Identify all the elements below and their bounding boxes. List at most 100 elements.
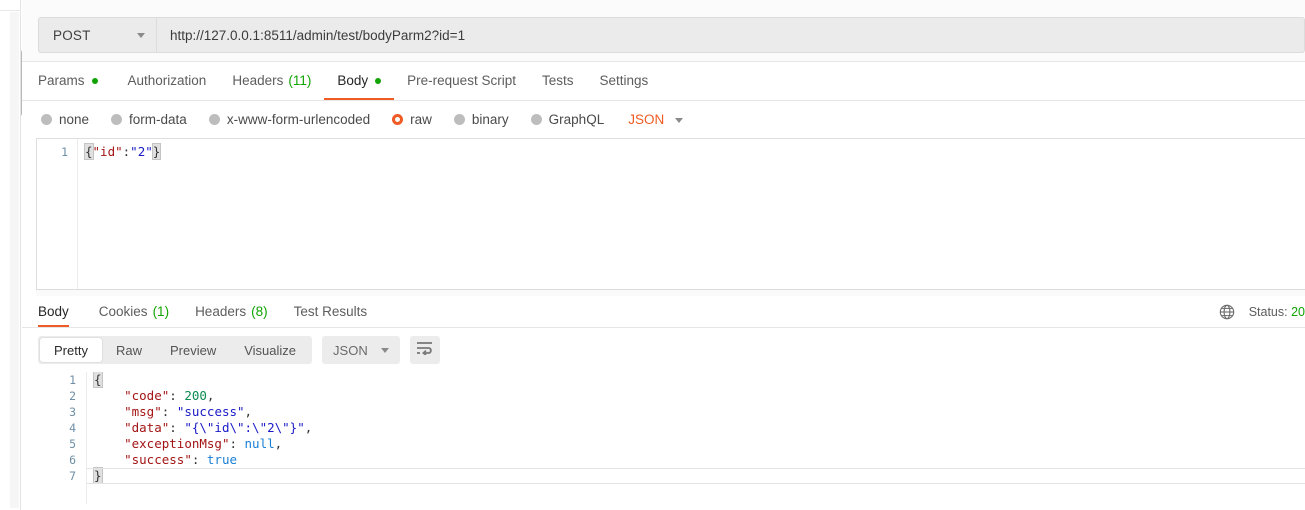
word-wrap-button[interactable]: [409, 336, 440, 364]
json-key: "id": [92, 144, 123, 159]
request-tab-authorization[interactable]: Authorization: [115, 61, 220, 100]
body-type-raw[interactable]: raw: [392, 112, 432, 127]
code-line: "data": "{\"id\":\"2\"}",: [94, 420, 1305, 436]
http-method-select[interactable]: POST: [38, 17, 156, 53]
line-number: 1: [69, 373, 76, 387]
body-type-form-data-label: form-data: [129, 112, 187, 127]
response-tab-cookies[interactable]: Cookies (1): [86, 296, 182, 327]
request-tab-headers[interactable]: Headers (11): [219, 61, 324, 100]
response-body-editor[interactable]: 1 2 3 4 5 6 7 { "code": 200, "msg": "suc…: [44, 372, 1305, 504]
json-punctuation: ,: [274, 436, 283, 451]
view-mode-pretty-label: Pretty: [54, 342, 88, 358]
response-editor-gutter: 1 2 3 4 5 6 7: [44, 372, 87, 504]
body-type-binary[interactable]: binary: [453, 112, 509, 127]
json-punctuation: ,: [206, 388, 215, 403]
main-column: POST http://127.0.0.1:8511/admin/test/bo…: [22, 0, 1305, 510]
body-type-binary-label: binary: [471, 112, 509, 127]
code-line: "exceptionMsg": null,: [94, 436, 1305, 452]
raw-format-label: JSON: [628, 112, 665, 127]
json-key: "data": [124, 420, 170, 435]
body-type-raw-label: raw: [410, 112, 432, 127]
request-tab-pre-request-script[interactable]: Pre-request Script: [394, 61, 529, 100]
view-mode-pretty[interactable]: Pretty: [40, 338, 102, 362]
view-mode-raw[interactable]: Raw: [102, 338, 156, 362]
json-punctuation: :: [229, 436, 245, 451]
json-literal-value: true: [206, 452, 238, 467]
body-status-dot-icon: [375, 77, 382, 84]
globe-icon[interactable]: [1219, 304, 1235, 320]
request-tab-pre-request-script-label: Pre-request Script: [407, 73, 516, 88]
response-format-label: JSON: [333, 342, 368, 358]
request-tab-body[interactable]: Body: [324, 61, 394, 100]
line-number: 2: [69, 389, 76, 403]
body-type-x-www-form-urlencoded[interactable]: x-www-form-urlencoded: [208, 112, 371, 127]
request-tab-bar: Params Authorization Headers (11) Body P…: [22, 62, 1305, 101]
json-punctuation: ,: [304, 420, 313, 435]
radio-selected-icon: [392, 114, 404, 125]
json-string-value: "success": [176, 404, 245, 419]
radio-unselected-icon: [41, 114, 52, 125]
line-number: 6: [69, 453, 76, 467]
response-tab-test-results[interactable]: Test Results: [281, 296, 381, 327]
request-tab-headers-label: Headers: [232, 73, 284, 88]
request-body-editor[interactable]: 1 {"id":"2"}: [36, 138, 1305, 290]
postman-request-response-view: POST http://127.0.0.1:8511/admin/test/bo…: [0, 0, 1305, 510]
json-punctuation: :: [169, 420, 185, 435]
json-key: "msg": [124, 404, 162, 419]
request-tab-body-label: Body: [337, 73, 369, 88]
body-type-none[interactable]: none: [41, 112, 89, 127]
status-badge: Status: 20: [1249, 305, 1305, 319]
radio-unselected-icon: [208, 114, 220, 125]
json-number-value: 200: [184, 388, 207, 403]
request-url-bar: POST http://127.0.0.1:8511/admin/test/bo…: [22, 0, 1305, 62]
response-tab-cookies-count: (1): [152, 304, 170, 319]
json-open-brace: {: [84, 143, 94, 160]
line-number: 5: [69, 437, 76, 451]
line-number: 4: [69, 421, 76, 435]
body-type-form-data[interactable]: form-data: [111, 112, 187, 127]
status-label: Status:: [1248, 304, 1288, 319]
json-punctuation: :: [161, 404, 177, 419]
radio-unselected-icon: [111, 114, 123, 125]
code-line: "msg": "success",: [94, 404, 1305, 420]
code-line: }: [93, 467, 1305, 484]
request-tab-params[interactable]: Params: [38, 61, 111, 100]
body-type-graphql[interactable]: GraphQL: [530, 112, 604, 127]
raw-format-select[interactable]: JSON: [628, 112, 684, 127]
json-punctuation: :: [191, 452, 207, 467]
body-type-x-www-form-urlencoded-label: x-www-form-urlencoded: [226, 112, 371, 127]
left-scroll-strip: [0, 0, 28, 510]
line-number: 7: [69, 469, 76, 483]
request-editor-code: {"id":"2"}: [84, 143, 1305, 160]
http-method-label: POST: [53, 27, 91, 43]
chevron-down-icon: [137, 33, 145, 38]
json-literal-value: null: [244, 436, 275, 451]
response-format-select[interactable]: JSON: [322, 336, 400, 364]
json-punctuation: ,: [244, 404, 253, 419]
request-url-input[interactable]: http://127.0.0.1:8511/admin/test/bodyPar…: [156, 17, 1305, 53]
line-number: 3: [69, 405, 76, 419]
view-mode-preview[interactable]: Preview: [156, 338, 230, 362]
response-tab-bar: Body Cookies (1) Headers (8) Test Result…: [22, 296, 1305, 328]
json-brace: }: [93, 467, 103, 484]
view-mode-raw-label: Raw: [115, 342, 142, 358]
request-tab-headers-count: (11): [288, 73, 312, 88]
json-string-value: "2": [130, 144, 153, 159]
view-mode-visualize-label: Visualize: [244, 342, 297, 358]
radio-unselected-icon: [530, 114, 542, 125]
request-tab-settings[interactable]: Settings: [586, 61, 661, 100]
params-status-dot-icon: [91, 77, 98, 84]
line-number: 1: [61, 145, 68, 159]
request-editor-gutter: 1: [37, 139, 78, 289]
view-mode-visualize[interactable]: Visualize: [230, 338, 310, 362]
json-close-brace: }: [151, 143, 162, 160]
request-tab-tests[interactable]: Tests: [529, 61, 587, 100]
vertical-scrollbar-track[interactable]: [10, 12, 28, 508]
json-string-value: "{\"id\":\"2\"}": [184, 420, 305, 435]
body-type-none-label: none: [59, 112, 90, 127]
left-strip-divider: [0, 10, 21, 11]
response-status-area: Status: 20: [1219, 296, 1305, 327]
response-tab-headers[interactable]: Headers (8): [182, 296, 281, 327]
word-wrap-icon: [416, 341, 433, 360]
response-tab-body[interactable]: Body: [38, 296, 82, 327]
